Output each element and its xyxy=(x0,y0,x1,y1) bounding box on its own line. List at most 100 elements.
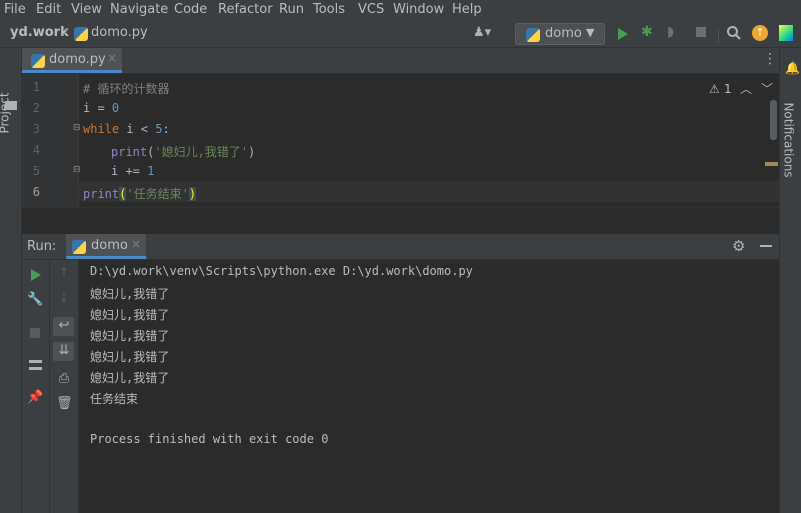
search-icon[interactable] xyxy=(726,25,742,41)
fold-end-icon[interactable]: ⊟ xyxy=(73,165,81,175)
console-line: 媳妇儿,我错了 xyxy=(90,350,170,364)
menu-tools[interactable]: Tools xyxy=(313,2,345,17)
console-line: 任务结束 xyxy=(90,392,139,406)
code-comment: # 循环的计数器 xyxy=(83,82,170,96)
minimize-icon[interactable] xyxy=(760,245,772,247)
gear-icon[interactable]: ⚙ xyxy=(732,237,745,255)
line-number: 6 xyxy=(32,185,40,199)
tab-domo-py[interactable]: domo.py × xyxy=(22,48,122,73)
code-number: 1 xyxy=(147,164,155,178)
folder-icon xyxy=(5,101,17,110)
warning-marker[interactable] xyxy=(765,162,778,166)
user-icon[interactable]: ♟▾ xyxy=(473,25,491,40)
menu-file[interactable]: File xyxy=(4,2,26,17)
toolbar-divider xyxy=(718,29,719,43)
code-keyword: while xyxy=(83,122,120,136)
bell-icon: 🔔 xyxy=(785,61,800,75)
code-string: '任务结束' xyxy=(126,187,189,201)
trash-icon[interactable]: 🗑 xyxy=(56,396,73,412)
update-icon[interactable]: ↑ xyxy=(752,25,768,41)
chevron-down-icon: ▼ xyxy=(586,26,595,39)
code-line-4: print('媳妇儿,我错了') xyxy=(111,143,255,160)
close-icon[interactable]: × xyxy=(131,237,141,251)
jetbrains-logo-icon[interactable] xyxy=(779,25,793,41)
python-config-icon xyxy=(72,239,86,254)
left-tool-strip: Project xyxy=(0,48,22,513)
scroll-to-end-toggle[interactable]: ⇊ xyxy=(53,342,74,361)
editor-gutter: 1 2 3 4 5 6 ⊟ ⊟ xyxy=(22,74,81,207)
code-number: 0 xyxy=(111,101,120,115)
warning-count[interactable]: 1 xyxy=(724,82,732,96)
python-file-icon xyxy=(31,53,45,68)
editor-tab-bar: domo.py × ⋮ xyxy=(22,48,779,74)
menu-navigate[interactable]: Navigate xyxy=(110,2,168,17)
code-text: : xyxy=(162,122,170,136)
console-output[interactable] xyxy=(79,260,779,513)
code-line-1: # 循环的计数器 xyxy=(83,80,169,97)
code-line-6: print('任务结束') xyxy=(83,185,197,202)
project-tool-button[interactable]: Project xyxy=(0,92,12,133)
more-options-icon[interactable]: ⋮ xyxy=(763,51,777,67)
coverage-icon[interactable]: ◗ xyxy=(667,24,674,40)
run-toolbar-primary: 🔧 📌 xyxy=(22,260,50,513)
debug-icon[interactable]: ✱ xyxy=(641,24,653,40)
pin-icon[interactable]: 📌 xyxy=(27,390,43,406)
soft-wrap-toggle[interactable]: ↩ xyxy=(53,317,74,336)
run-config-select[interactable]: domo ▼ xyxy=(515,23,605,45)
code-line-3: while i < 5: xyxy=(83,122,170,136)
run-tab-label: domo xyxy=(91,238,128,253)
menu-view[interactable]: View xyxy=(71,2,102,17)
run-config-label: domo xyxy=(545,26,582,41)
menu-vcs[interactable]: VCS xyxy=(358,2,384,17)
code-string: '媳妇儿,我错了' xyxy=(154,145,249,159)
warning-icon[interactable]: ⚠ xyxy=(709,82,720,96)
console-line: 媳妇儿,我错了 xyxy=(90,308,170,322)
menu-window[interactable]: Window xyxy=(393,2,444,17)
right-tool-strip: 🔔 Notifications xyxy=(779,48,801,513)
code-text: i += xyxy=(111,164,148,178)
menu-bar: File Edit View Navigate Code Refactor Ru… xyxy=(0,0,801,20)
close-icon[interactable]: × xyxy=(107,51,117,65)
wrench-icon[interactable]: 🔧 xyxy=(27,292,43,308)
line-number: 5 xyxy=(32,164,40,178)
notifications-tool-button[interactable]: Notifications xyxy=(782,102,796,177)
menu-help[interactable]: Help xyxy=(452,2,482,17)
breadcrumb-file[interactable]: domo.py xyxy=(91,25,148,40)
print-icon[interactable]: ⎙ xyxy=(56,371,72,387)
next-highlight-icon[interactable]: ﹀ xyxy=(761,80,773,97)
menu-refactor[interactable]: Refactor xyxy=(218,2,273,17)
stop-icon[interactable] xyxy=(696,27,706,37)
python-config-icon xyxy=(526,27,540,42)
editor-scrollbar[interactable] xyxy=(770,100,777,140)
layout-icon[interactable] xyxy=(29,360,42,370)
run-icon[interactable] xyxy=(617,27,629,41)
fold-icon[interactable]: ⊟ xyxy=(73,123,81,133)
panel-splitter[interactable] xyxy=(22,207,779,235)
console-line: 媳妇儿,我错了 xyxy=(90,371,170,385)
menu-edit[interactable]: Edit xyxy=(36,2,61,17)
code-builtin: print xyxy=(83,187,120,201)
line-number: 3 xyxy=(32,122,40,136)
arrow-up-icon[interactable]: ↑ xyxy=(56,266,72,282)
code-text: i = xyxy=(83,101,112,115)
prev-highlight-icon[interactable]: ︿ xyxy=(740,80,752,97)
line-number: 1 xyxy=(32,80,40,94)
wrap-icon: ↩ xyxy=(58,318,70,333)
rerun-icon[interactable] xyxy=(30,268,42,282)
code-text: i < xyxy=(119,122,156,136)
navigation-bar: yd.work › domo.py ♟▾ domo ▼ ✱ ◗ ↑ xyxy=(0,20,801,48)
code-line-2: i = 0 xyxy=(83,101,119,115)
code-builtin: print xyxy=(111,145,148,159)
menu-run[interactable]: Run xyxy=(279,2,304,17)
console-line: 媳妇儿,我错了 xyxy=(90,329,170,343)
breadcrumb-project[interactable]: yd.work xyxy=(10,25,69,40)
arrow-down-icon[interactable]: ↓ xyxy=(56,291,72,307)
run-tab-domo[interactable]: domo × xyxy=(66,234,146,259)
stop-icon[interactable] xyxy=(30,328,40,338)
console-line: D:\yd.work\venv\Scripts\python.exe D:\yd… xyxy=(90,264,473,278)
breadcrumb-separator-icon: › xyxy=(63,24,69,39)
run-panel-header: Run: domo × ⚙ xyxy=(22,234,779,260)
scroll-end-icon: ⇊ xyxy=(58,343,70,358)
menu-code[interactable]: Code xyxy=(174,2,207,17)
console-line: Process finished with exit code 0 xyxy=(90,432,329,446)
